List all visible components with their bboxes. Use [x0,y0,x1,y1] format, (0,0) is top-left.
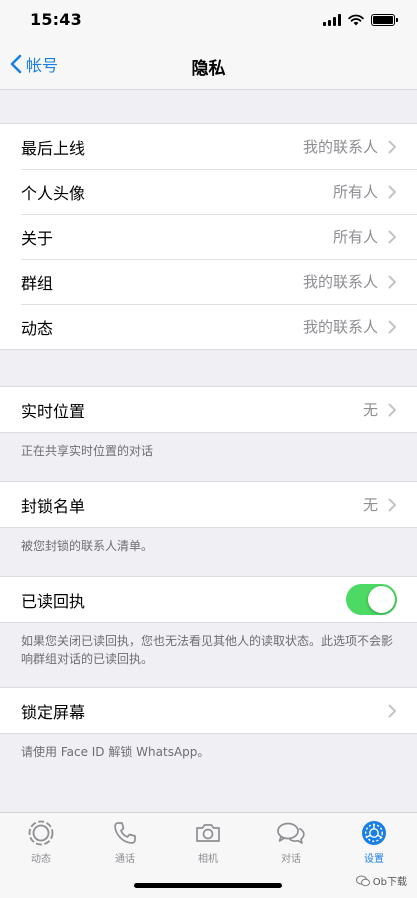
page-title: 隐私 [191,59,226,79]
chevron-right-icon [388,185,396,198]
row-label: 实时位置 [21,401,86,421]
chevron-right-icon [388,403,396,416]
read-receipts-toggle[interactable] [346,584,397,615]
tab-status[interactable]: 动态 [6,819,76,865]
row-groups[interactable]: 群组 我的联系人 [0,259,417,304]
toggle-knob [368,586,395,613]
row-label: 已读回执 [21,591,86,611]
row-value: 所有人 [332,183,378,201]
row-label: 动态 [21,318,54,338]
navigation-bar: 帐号 隐私 [0,40,417,90]
row-value: 我的联系人 [302,138,378,156]
battery-icon [371,14,398,26]
row-profile-photo[interactable]: 个人头像 所有人 [0,169,417,214]
read-receipts-group: 已读回执 [0,576,417,623]
status-time: 15:43 [30,10,82,29]
row-status[interactable]: 动态 我的联系人 [0,304,417,349]
row-blocked[interactable]: 封锁名单 无 [0,482,417,527]
tab-label: 对话 [281,854,301,865]
tab-chats[interactable]: 对话 [256,819,326,865]
row-label: 封锁名单 [21,496,86,516]
chats-icon [277,822,305,844]
row-last-seen[interactable]: 最后上线 我的联系人 [0,124,417,169]
row-value: 我的联系人 [302,318,378,336]
tab-calls[interactable]: 通话 [90,819,160,865]
row-screen-lock[interactable]: 锁定屏幕 [0,688,417,733]
row-live-location[interactable]: 实时位置 无 [0,387,417,432]
chevron-right-icon [388,704,396,717]
row-read-receipts: 已读回执 [0,577,417,622]
row-label: 个人头像 [21,183,86,203]
home-indicator[interactable] [134,883,282,888]
tab-label: 动态 [31,854,51,865]
live-location-note: 正在共享实时位置的对话 [21,444,154,458]
chevron-right-icon [388,275,396,288]
cellular-signal-icon [323,14,341,26]
row-about[interactable]: 关于 所有人 [0,214,417,259]
live-location-group: 实时位置 无 [0,386,417,433]
row-value: 无 [362,401,378,419]
status-bar: 15:43 [0,0,417,40]
tab-label: 通话 [115,854,135,865]
row-label: 最后上线 [21,138,86,158]
visibility-group: 最后上线 我的联系人 个人头像 所有人 关于 所有人 群组 我的联系人 动态 我… [0,123,417,350]
settings-icon [362,821,386,845]
screen-lock-note: 请使用 Face ID 解锁 WhatsApp。 [21,745,210,759]
tab-camera[interactable]: 相机 [173,819,243,865]
watermark-text: Ob下载 [372,877,407,888]
privacy-settings: 最后上线 我的联系人 个人头像 所有人 关于 所有人 群组 我的联系人 动态 我… [0,90,417,761]
chevron-right-icon [388,140,396,153]
row-value: 所有人 [332,228,378,246]
wechat-icon [355,875,370,886]
screen-lock-group: 锁定屏幕 [0,687,417,734]
blocked-note: 被您封锁的联系人清单。 [21,539,154,553]
read-receipts-note: 如果您关闭已读回执，您也无法看见其他人的读取状态。此选项不会影响群组对话的已读回… [21,634,394,666]
row-label: 群组 [21,273,54,293]
row-label: 关于 [21,228,54,248]
tab-label: 设置 [364,854,384,865]
row-label: 锁定屏幕 [21,702,86,722]
status-icon [28,820,54,846]
chevron-right-icon [388,230,396,243]
phone-icon [114,822,136,844]
camera-icon [196,824,220,842]
chevron-right-icon [388,320,396,333]
chevron-right-icon [388,498,396,511]
row-value: 我的联系人 [302,273,378,291]
wifi-icon [348,14,364,26]
tab-settings[interactable]: 设置 [339,819,409,865]
watermark: Ob下载 [355,873,407,888]
row-value: 无 [362,496,378,514]
tab-label: 相机 [198,854,218,865]
blocked-group: 封锁名单 无 [0,481,417,528]
status-icons [323,12,398,28]
